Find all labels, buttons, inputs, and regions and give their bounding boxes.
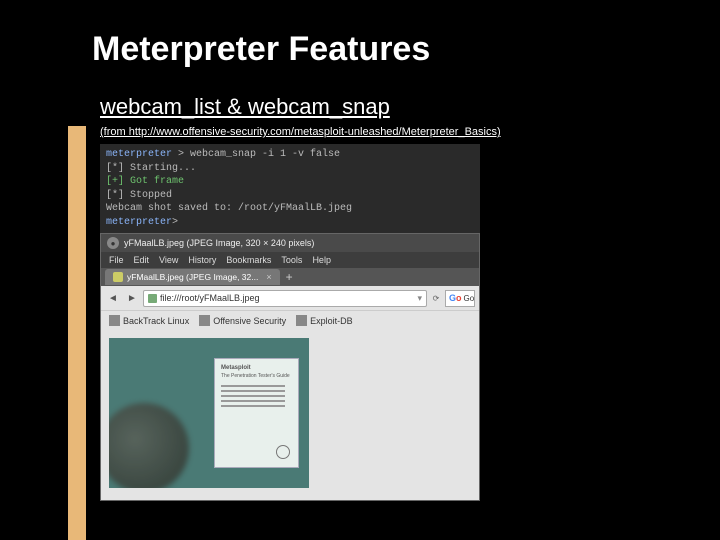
content-block: webcam_list & webcam_snap (from http://w… bbox=[100, 94, 660, 501]
bookmark-icon bbox=[199, 315, 210, 326]
browser-toolbar: ◄ ► file:///root/yFMaalLB.jpeg ▾ ⟳ Go Go bbox=[101, 286, 479, 310]
browser-titlebar: ● yFMaalLB.jpeg (JPEG Image, 320 × 240 p… bbox=[101, 234, 479, 252]
browser-viewport: Metasploit The Penetration Tester's Guid… bbox=[101, 330, 479, 500]
book-title: Metasploit bbox=[221, 365, 292, 371]
browser-tabstrip: yFMaalLB.jpeg (JPEG Image, 32... × + bbox=[101, 268, 479, 286]
bookmark-icon bbox=[109, 315, 120, 326]
bookmark-backtrack[interactable]: BackTrack Linux bbox=[109, 315, 189, 326]
photo-foreground bbox=[109, 403, 189, 488]
tab-label: yFMaalLB.jpeg (JPEG Image, 32... bbox=[127, 272, 258, 282]
subtitle: webcam_list & webcam_snap bbox=[100, 94, 660, 120]
bookmark-offsec[interactable]: Offensive Security bbox=[199, 315, 286, 326]
menu-edit[interactable]: Edit bbox=[134, 255, 150, 265]
source-link[interactable]: (from http://www.offensive-security.com/… bbox=[100, 126, 660, 138]
browser-menubar: File Edit View History Bookmarks Tools H… bbox=[101, 252, 479, 268]
terminal-output: meterpreter > webcam_snap -i 1 -v false … bbox=[100, 144, 480, 233]
bookmark-exploitdb[interactable]: Exploit-DB bbox=[296, 315, 353, 326]
terminal-prompt: meterpreter bbox=[106, 149, 172, 160]
terminal-command: > webcam_snap -i 1 -v false bbox=[178, 149, 340, 160]
bookmark-icon bbox=[296, 315, 307, 326]
window-title: yFMaalLB.jpeg (JPEG Image, 320 × 240 pix… bbox=[124, 238, 314, 248]
menu-help[interactable]: Help bbox=[312, 255, 331, 265]
terminal-line: Webcam shot saved to: /root/yFMaalLB.jpe… bbox=[106, 202, 474, 216]
page-title: Meterpreter Features bbox=[92, 30, 430, 69]
book-logo-icon bbox=[276, 445, 290, 459]
menu-file[interactable]: File bbox=[109, 255, 124, 265]
page-icon bbox=[148, 294, 157, 303]
forward-icon[interactable]: ► bbox=[124, 290, 140, 306]
bookmarks-bar: BackTrack Linux Offensive Security Explo… bbox=[101, 310, 479, 330]
app-icon: ● bbox=[107, 237, 119, 249]
new-tab-icon[interactable]: + bbox=[286, 270, 293, 284]
browser-tab[interactable]: yFMaalLB.jpeg (JPEG Image, 32... × bbox=[105, 269, 280, 285]
terminal-line: [*] Starting... bbox=[106, 162, 474, 176]
dropdown-icon[interactable]: ▾ bbox=[417, 293, 422, 304]
accent-left-bar bbox=[68, 126, 86, 540]
search-label: Go bbox=[464, 294, 475, 303]
bookmark-label: Exploit-DB bbox=[310, 316, 353, 326]
bookmark-label: Offensive Security bbox=[213, 316, 286, 326]
back-icon[interactable]: ◄ bbox=[105, 290, 121, 306]
photo-book: Metasploit The Penetration Tester's Guid… bbox=[214, 358, 299, 468]
book-lines bbox=[221, 385, 292, 407]
close-tab-icon[interactable]: × bbox=[266, 272, 271, 282]
url-text: file:///root/yFMaalLB.jpeg bbox=[160, 293, 260, 303]
webcam-image: Metasploit The Penetration Tester's Guid… bbox=[109, 338, 309, 488]
terminal-command: > bbox=[172, 217, 178, 228]
google-logo-icon: Go bbox=[449, 293, 462, 303]
reload-icon[interactable]: ⟳ bbox=[430, 292, 442, 304]
book-subtitle: The Penetration Tester's Guide bbox=[221, 373, 292, 379]
tab-favicon-icon bbox=[113, 272, 123, 282]
browser-window: ● yFMaalLB.jpeg (JPEG Image, 320 × 240 p… bbox=[100, 233, 480, 501]
menu-bookmarks[interactable]: Bookmarks bbox=[226, 255, 271, 265]
terminal-line: [+] Got frame bbox=[106, 175, 474, 189]
menu-tools[interactable]: Tools bbox=[281, 255, 302, 265]
terminal-line: [*] Stopped bbox=[106, 189, 474, 203]
bookmark-label: BackTrack Linux bbox=[123, 316, 189, 326]
menu-history[interactable]: History bbox=[188, 255, 216, 265]
terminal-prompt: meterpreter bbox=[106, 217, 172, 228]
url-bar[interactable]: file:///root/yFMaalLB.jpeg ▾ bbox=[143, 290, 427, 307]
search-box[interactable]: Go Go bbox=[445, 290, 475, 307]
menu-view[interactable]: View bbox=[159, 255, 178, 265]
